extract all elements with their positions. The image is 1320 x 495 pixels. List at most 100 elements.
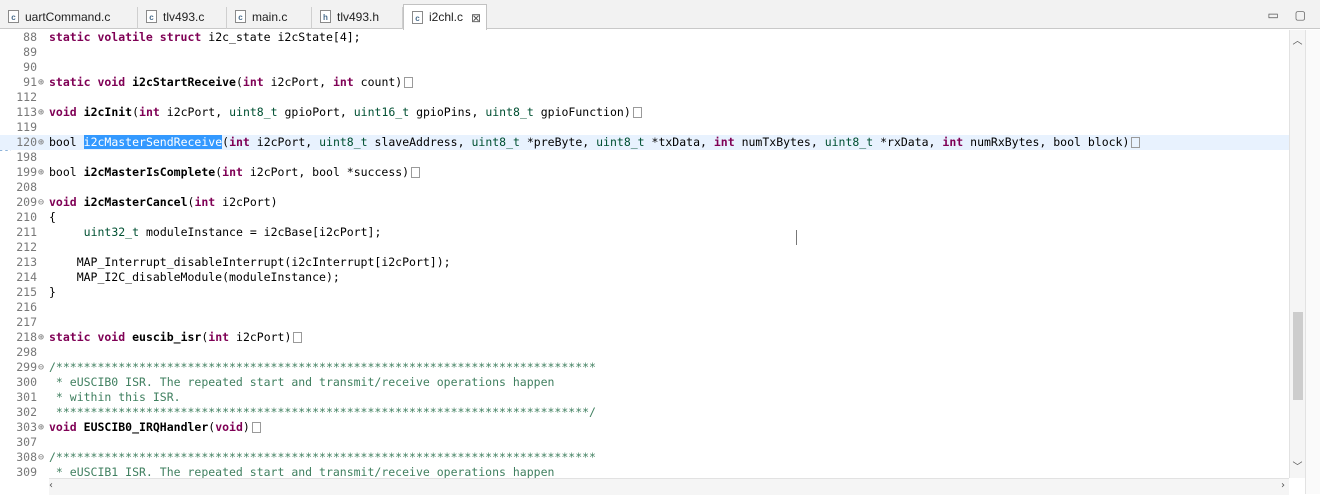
code-line[interactable]: 199 ⊕ bool i2cMasterIsComplete(int i2cPort… [0,165,1289,180]
code-line[interactable]: 214 MAP_I2C_disableModule(moduleInstance… [0,270,1289,285]
line-number: 90 [23,60,37,74]
folded-code-box-icon[interactable] [293,332,303,343]
scrollbar-thumb[interactable] [1293,312,1303,400]
code-token: *txData, [651,135,707,149]
code-line[interactable]: 198 [0,150,1289,165]
scroll-up-icon[interactable]: ︿ [1290,32,1305,47]
code-token: bool [49,135,77,149]
tab-main-c[interactable]: c main.c [227,7,312,29]
code-line[interactable]: 211 uint32_t moduleInstance = i2cBase[i2… [0,225,1289,240]
code-line[interactable]: 209 ⊖ void i2cMasterCancel(int i2cPort) [0,195,1289,210]
code-token: i2cPort, [270,75,327,89]
code-text: * eUSCIB1 ISR. The repeated start and tr… [49,465,555,478]
code-token: gpioFunction) [540,105,631,119]
expand-fold-icon[interactable]: ⊕ [38,105,47,120]
tab-label: tlv493.h [337,10,380,24]
code-text: bool i2cMasterIsComplete(int i2cPort, bo… [49,165,421,180]
vertical-scrollbar[interactable]: ︿ ﹀ [1289,30,1305,478]
tab-uartcommand-c[interactable]: c uartCommand.c [0,7,138,29]
code-line[interactable]: 120 ⊕ bool i2cMasterSendReceive(int i2cPor… [0,135,1289,150]
code-line[interactable]: 210 { [0,210,1289,225]
code-line[interactable]: 301 * within this ISR. [0,390,1289,405]
folded-code-box-icon[interactable] [251,422,261,433]
line-number: 120 [16,135,37,149]
line-number: 211 [16,225,37,239]
line-number: 113 [16,105,37,119]
scroll-right-icon[interactable]: › [1281,480,1285,491]
code-token: MAP_I2C_disableModule(moduleInstance); [49,270,340,284]
code-line[interactable]: 213 MAP_Interrupt_disableInterrupt(i2cIn… [0,255,1289,270]
scroll-left-icon[interactable]: ‹ [49,480,53,491]
code-line[interactable]: 208 [0,180,1289,195]
code-token: ( [235,75,243,89]
code-token: ) [242,420,250,434]
expand-fold-icon[interactable]: ⊕ [38,75,47,90]
code-line[interactable]: 298 [0,345,1289,360]
code-token: int [242,75,264,89]
folded-code-box-icon[interactable] [1131,137,1141,148]
collapse-fold-icon[interactable]: ⊖ [38,450,47,465]
code-line[interactable]: 90 [0,60,1289,75]
code-token: * eUSCIB1 ISR. The repeated start and tr… [49,465,555,478]
code-token: gpioPort, [284,105,347,119]
code-line[interactable]: 303 ⊕ void EUSCIB0_IRQHandler(void) [0,420,1289,435]
code-line[interactable]: 112 [0,90,1289,105]
code-token: void [49,195,77,209]
code-line[interactable]: 218 ⊕ static void euscib_isr(int i2cPort) [0,330,1289,345]
folded-code-box-icon[interactable] [404,77,414,88]
code-token: { [49,210,56,224]
scroll-down-icon[interactable]: ﹀ [1290,458,1305,473]
maximize-icon[interactable]: ▢ [1295,8,1306,22]
code-token: uint8_t [319,135,368,149]
code-editor[interactable]: 88 static volatile struct i2c_state i2cSt… [0,30,1289,478]
expand-fold-icon[interactable]: ⊕ [38,165,47,180]
folded-code-box-icon[interactable] [411,167,421,178]
tab-tlv493-h[interactable]: h tlv493.h [312,7,403,29]
code-token: i2cStartReceive [132,75,236,89]
code-token: numTxBytes, [741,135,818,149]
tab-i2chl-c[interactable]: c i2chl.c ⊠ [403,4,487,30]
code-line[interactable]: 119 [0,120,1289,135]
line-number: 302 [16,405,37,419]
collapse-fold-icon[interactable]: ⊖ [38,360,47,375]
folded-code-box-icon[interactable] [632,107,642,118]
overview-ruler[interactable] [1305,30,1320,494]
code-line[interactable]: 300 * eUSCIB0 ISR. The repeated start an… [0,375,1289,390]
code-line[interactable]: 113 ⊕ void i2cInit(int i2cPort, uint8_t gp… [0,105,1289,120]
expand-fold-icon[interactable]: ⊕ [38,135,47,150]
line-number: 208 [16,180,37,194]
code-token: i2cPort, [256,135,313,149]
code-line[interactable]: 88 static volatile struct i2c_state i2cSt… [0,30,1289,45]
minimize-icon[interactable]: ▭ [1267,8,1278,22]
horizontal-scrollbar[interactable]: ‹ › [49,478,1289,495]
code-token: uint8_t [471,135,520,149]
code-line[interactable]: 212 [0,240,1289,255]
code-token: i2cPort, bool *success) [249,165,410,179]
code-line[interactable]: 215} [0,285,1289,300]
code-line[interactable]: 217 [0,315,1289,330]
code-line[interactable]: 302 ************************************… [0,405,1289,420]
line-number: 213 [16,255,37,269]
code-line[interactable]: 308 ⊖/***********************************… [0,450,1289,465]
code-token: int [713,135,735,149]
expand-fold-icon[interactable]: ⊕ [38,420,47,435]
expand-fold-icon[interactable]: ⊕ [38,330,47,345]
close-tab-icon[interactable]: ⊠ [471,6,481,31]
code-token: } [49,285,56,299]
code-line[interactable]: 307 [0,435,1289,450]
code-line[interactable]: 91 ⊕ static void i2cStartReceive(int i2cPo… [0,75,1289,90]
collapse-fold-icon[interactable]: ⊖ [38,195,47,210]
code-line[interactable]: 89 [0,45,1289,60]
tab-tlv493-c[interactable]: c tlv493.c [138,7,227,29]
tab-label: uartCommand.c [25,10,111,24]
code-token: * within this ISR. [49,390,181,404]
code-token: i2c_state i2cState[4]; [208,30,361,44]
code-line[interactable]: 299 ⊖/***********************************… [0,360,1289,375]
code-line[interactable]: 216 [0,300,1289,315]
code-token: gpioPins, [416,105,479,119]
code-token: static volatile struct [49,30,202,44]
code-line[interactable]: 309 * eUSCIB1 ISR. The repeated start an… [0,465,1289,478]
code-text: } [49,285,56,300]
code-token: int [332,75,354,89]
